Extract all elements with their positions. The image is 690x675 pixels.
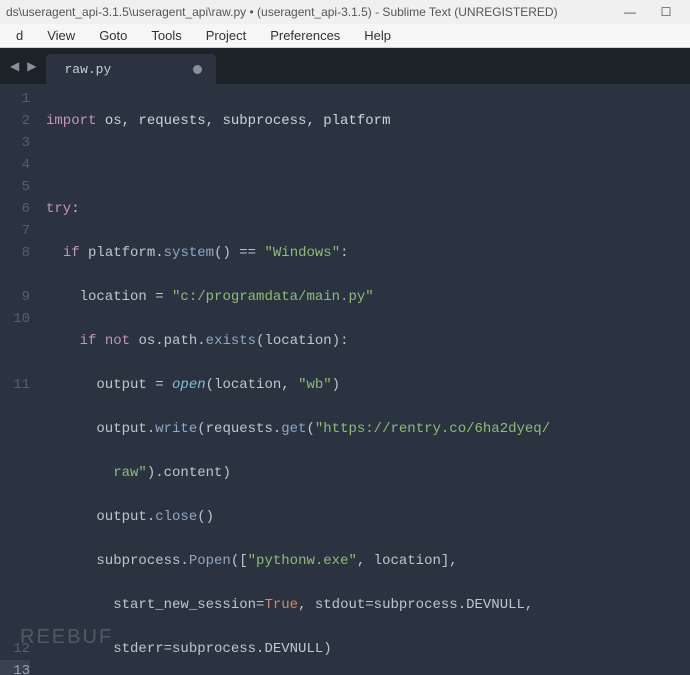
menubar: d View Goto Tools Project Preferences He… xyxy=(0,24,690,48)
tab-raw-py[interactable]: raw.py xyxy=(46,54,216,84)
tab-bar: ◀ ▶ raw.py xyxy=(0,48,690,84)
minimize-button[interactable]: — xyxy=(612,5,648,19)
line-number-current: 13 xyxy=(0,660,30,675)
line-gutter: 1 2 3 4 5 6 7 8 9 10 11 12 13 xyxy=(0,84,40,675)
line-number: 10 xyxy=(0,308,30,374)
menu-item-preferences[interactable]: Preferences xyxy=(258,28,352,43)
code-area[interactable]: import os, requests, subprocess, platfor… xyxy=(40,84,690,675)
menu-item-help[interactable]: Help xyxy=(352,28,403,43)
menu-item[interactable]: d xyxy=(4,28,35,43)
line-number: 2 xyxy=(0,110,30,132)
tab-label: raw.py xyxy=(64,62,111,77)
line-number: 7 xyxy=(0,220,30,242)
line-number: 11 xyxy=(0,374,30,638)
line-number: 6 xyxy=(0,198,30,220)
tab-nav-next-icon[interactable]: ▶ xyxy=(23,59,40,74)
tab-nav-prev-icon[interactable]: ◀ xyxy=(6,59,23,74)
menu-item-goto[interactable]: Goto xyxy=(87,28,139,43)
line-number: 4 xyxy=(0,154,30,176)
line-number: 9 xyxy=(0,286,30,308)
dirty-indicator-icon xyxy=(193,65,202,74)
menu-item-view[interactable]: View xyxy=(35,28,87,43)
line-number: 1 xyxy=(0,88,30,110)
menu-item-tools[interactable]: Tools xyxy=(139,28,193,43)
code-editor[interactable]: 1 2 3 4 5 6 7 8 9 10 11 12 13 import os,… xyxy=(0,84,690,675)
line-number: 12 xyxy=(0,638,30,660)
line-number: 5 xyxy=(0,176,30,198)
window-title: ds\useragent_api-3.1.5\useragent_api\raw… xyxy=(6,5,558,19)
line-number: 8 xyxy=(0,242,30,286)
maximize-button[interactable]: ☐ xyxy=(648,5,684,19)
menu-item-project[interactable]: Project xyxy=(194,28,258,43)
line-number: 3 xyxy=(0,132,30,154)
window-titlebar: ds\useragent_api-3.1.5\useragent_api\raw… xyxy=(0,0,690,24)
